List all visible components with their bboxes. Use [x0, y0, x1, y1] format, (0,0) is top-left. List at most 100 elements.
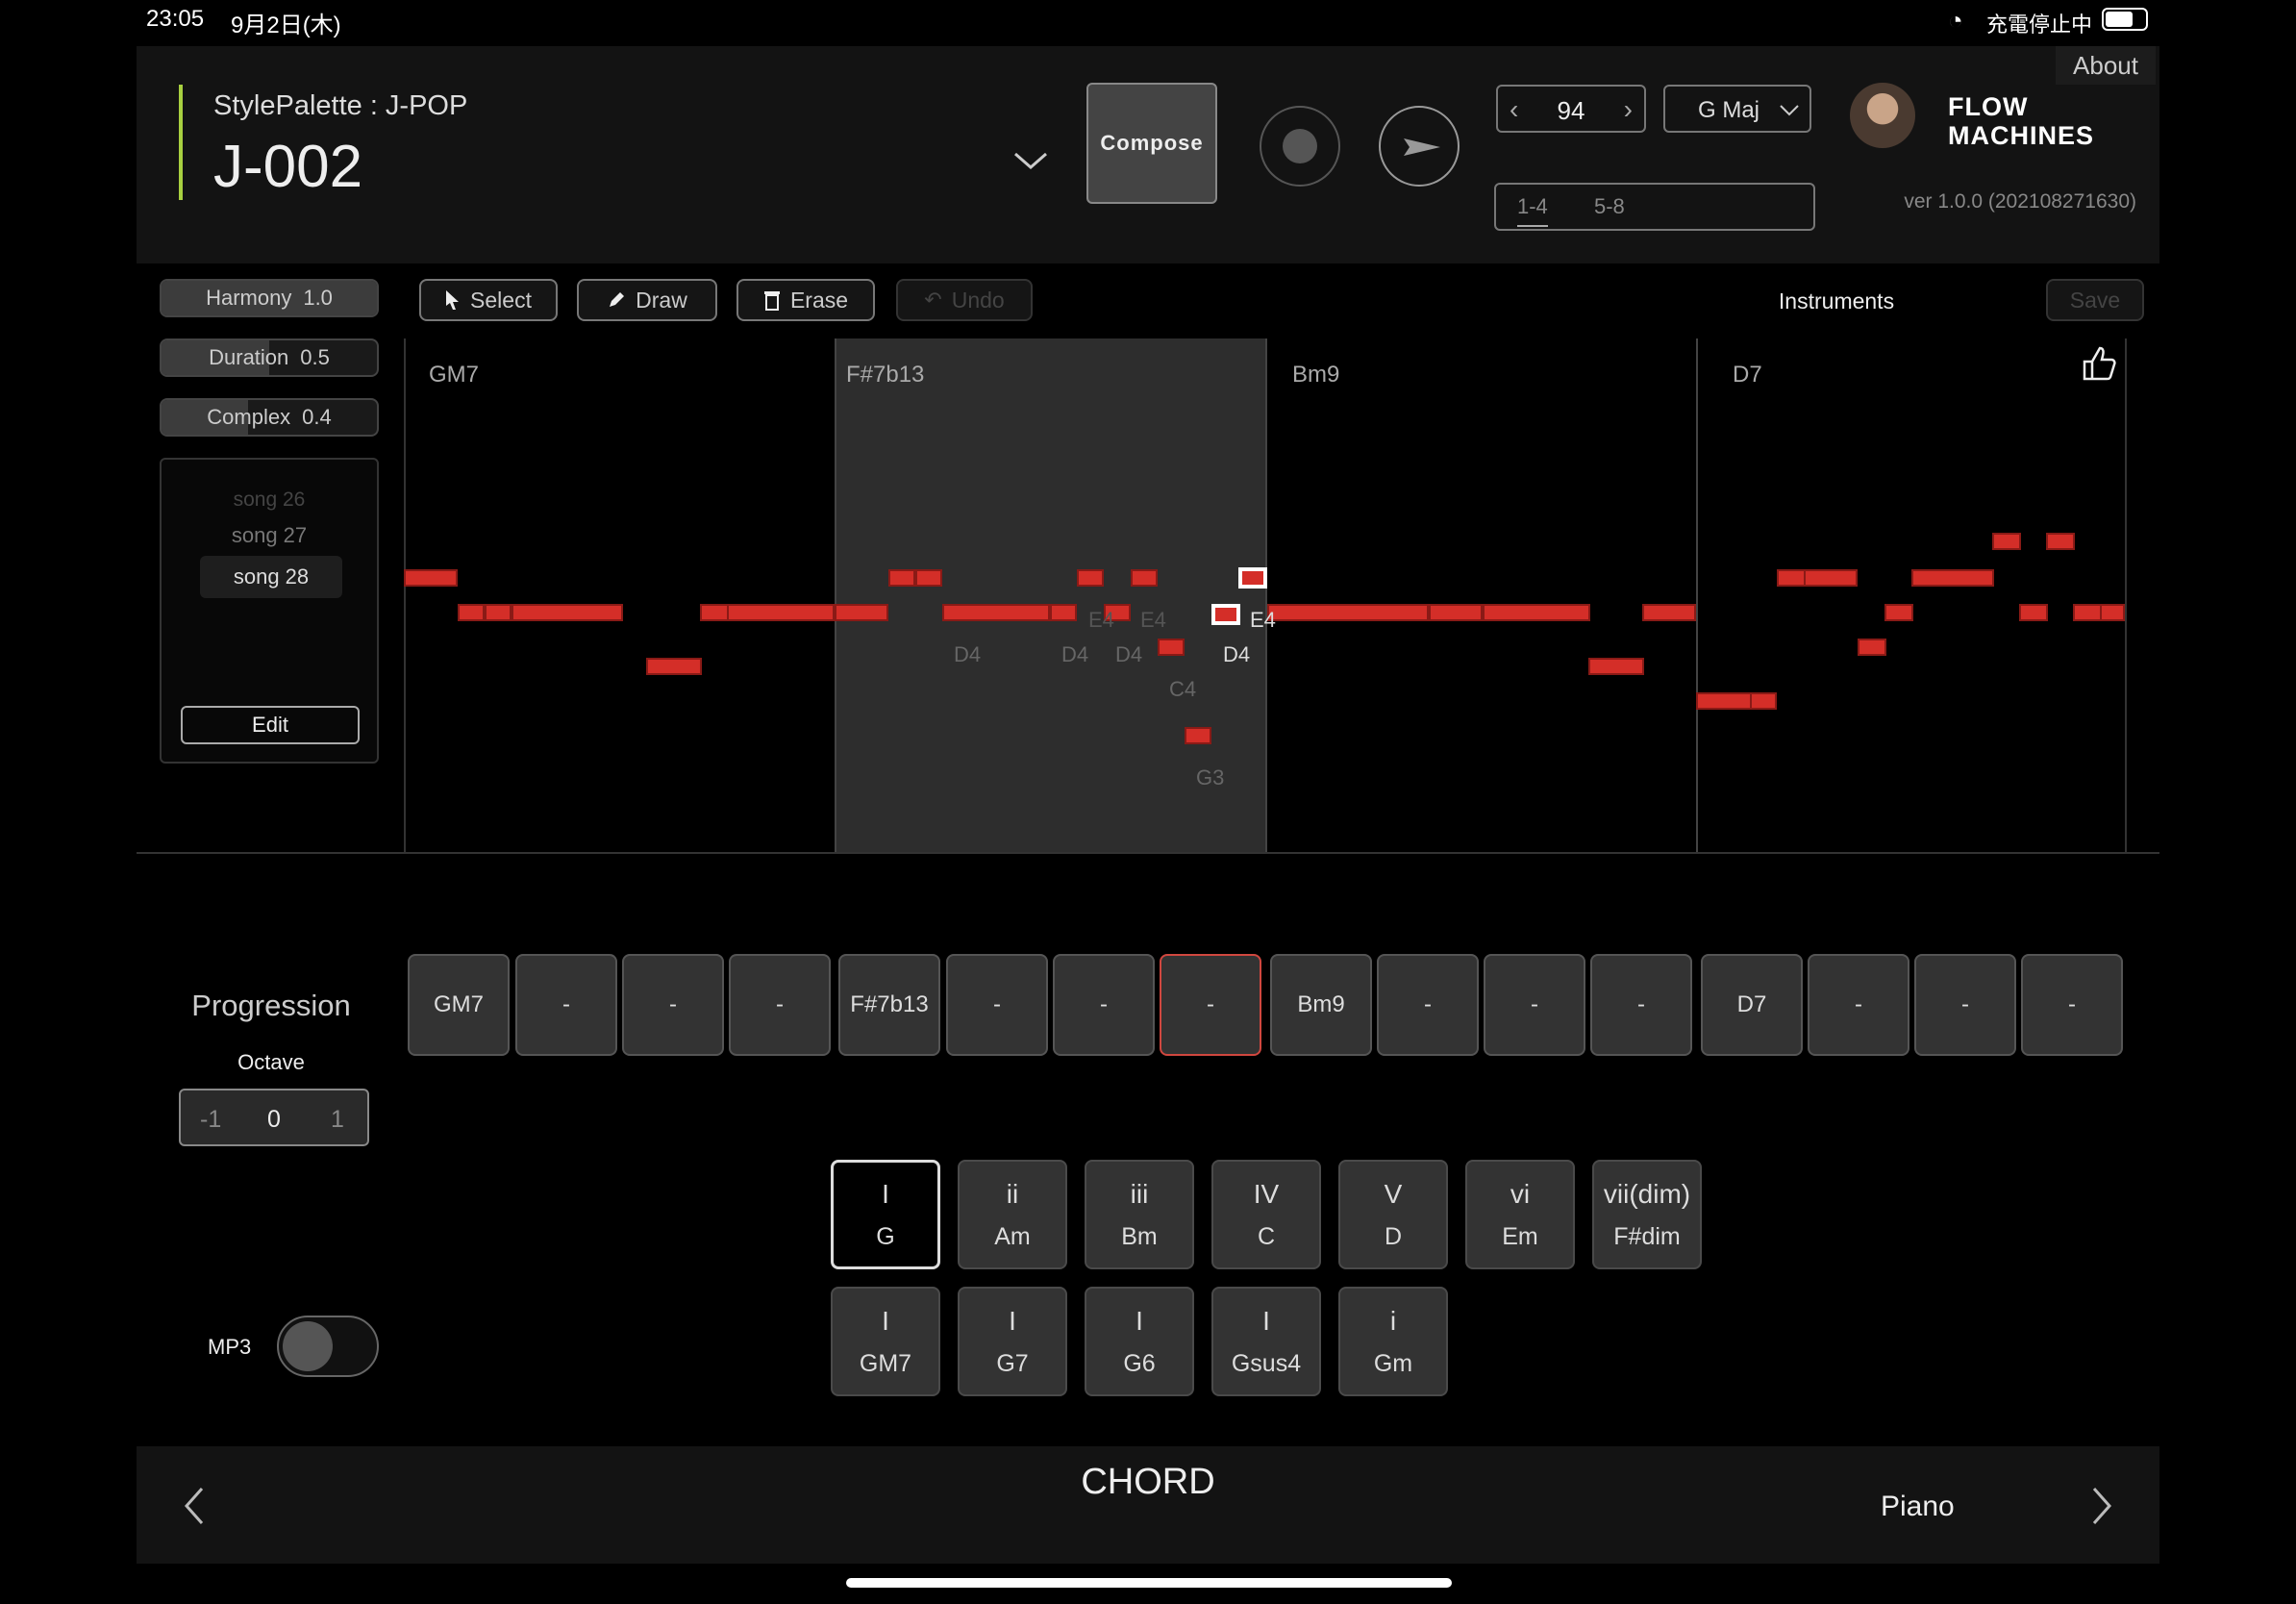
- harmony-slider[interactable]: Harmony 1.0: [160, 279, 379, 317]
- mp3-toggle[interactable]: [277, 1316, 379, 1377]
- chord-button[interactable]: vii(dim) F#dim: [1592, 1160, 1702, 1269]
- note[interactable]: [2046, 533, 2075, 550]
- note[interactable]: [1185, 727, 1211, 744]
- song-list-item-selected[interactable]: song 28: [200, 556, 342, 598]
- piano-roll[interactable]: GM7 F#7b13 Bm9 D7 D4 D4 D4 E4 E4 D4 E4 C…: [404, 338, 2127, 854]
- note[interactable]: [835, 604, 888, 621]
- note-selected[interactable]: [1211, 604, 1240, 625]
- note[interactable]: [485, 604, 512, 621]
- progression-cell[interactable]: -: [1590, 954, 1692, 1056]
- tempo-value[interactable]: 94: [1498, 96, 1644, 126]
- note[interactable]: [1050, 604, 1077, 621]
- chord-button[interactable]: i Gm: [1338, 1287, 1448, 1396]
- note[interactable]: [512, 604, 623, 621]
- complex-slider[interactable]: Complex 0.4: [160, 398, 379, 437]
- progression-cell[interactable]: -: [1053, 954, 1155, 1056]
- note[interactable]: [1077, 569, 1104, 587]
- note[interactable]: [404, 569, 458, 587]
- note[interactable]: [1992, 533, 2021, 550]
- note[interactable]: [1858, 639, 1886, 656]
- note[interactable]: [1131, 569, 1158, 587]
- chord-button[interactable]: ii Am: [958, 1160, 1067, 1269]
- progression-cell[interactable]: -: [1808, 954, 1909, 1056]
- note[interactable]: [2019, 604, 2048, 621]
- play-button[interactable]: [1379, 106, 1460, 187]
- note[interactable]: [2100, 604, 2125, 621]
- save-button[interactable]: Save: [2046, 279, 2144, 321]
- note-selected[interactable]: [1238, 567, 1267, 589]
- avatar[interactable]: [1850, 83, 1915, 148]
- note[interactable]: [1750, 692, 1777, 710]
- instruments-button[interactable]: Instruments: [1750, 288, 1923, 314]
- progression-cell[interactable]: -: [515, 954, 617, 1056]
- record-button[interactable]: [1260, 106, 1340, 187]
- thumbs-up-icon[interactable]: [2079, 344, 2117, 383]
- chord-button[interactable]: vi Em: [1465, 1160, 1575, 1269]
- note[interactable]: [1696, 692, 1752, 710]
- note[interactable]: [1884, 604, 1913, 621]
- bar-range-5-8[interactable]: 5-8: [1594, 194, 1625, 219]
- note[interactable]: [1429, 604, 1483, 621]
- chord-button[interactable]: I G7: [958, 1287, 1067, 1396]
- progression-cell[interactable]: -: [946, 954, 1048, 1056]
- progression-cell[interactable]: -: [622, 954, 724, 1056]
- progression-cell-active[interactable]: -: [1160, 954, 1261, 1056]
- note[interactable]: [1911, 569, 1994, 587]
- octave-zero[interactable]: 0: [267, 1106, 281, 1134]
- edit-button[interactable]: Edit: [181, 706, 360, 744]
- note[interactable]: [942, 604, 1050, 621]
- progression-cell[interactable]: -: [1377, 954, 1479, 1056]
- chord-button[interactable]: I G6: [1085, 1287, 1194, 1396]
- tempo-increase-icon[interactable]: ›: [1624, 94, 1633, 125]
- chord-name: Em: [1502, 1222, 1538, 1250]
- erase-button[interactable]: Erase: [736, 279, 875, 321]
- octave-plus[interactable]: 1: [331, 1106, 344, 1134]
- note[interactable]: [1267, 604, 1429, 621]
- progression-cell[interactable]: -: [729, 954, 831, 1056]
- note[interactable]: [727, 604, 835, 621]
- select-button[interactable]: Select: [419, 279, 558, 321]
- note[interactable]: [1483, 604, 1590, 621]
- note[interactable]: [1777, 569, 1806, 587]
- progression-cell[interactable]: D7: [1701, 954, 1803, 1056]
- key-select[interactable]: G Maj: [1663, 85, 1811, 133]
- home-indicator[interactable]: [846, 1578, 1452, 1588]
- note[interactable]: [700, 604, 729, 621]
- progression-cell[interactable]: -: [1484, 954, 1585, 1056]
- note[interactable]: [915, 569, 942, 587]
- progression-cell[interactable]: F#7b13: [838, 954, 940, 1056]
- note[interactable]: [1158, 639, 1185, 656]
- chevron-right-icon[interactable]: [2090, 1485, 2113, 1527]
- about-button[interactable]: About: [2056, 46, 2156, 85]
- bar-range-1-4[interactable]: 1-4: [1517, 194, 1548, 227]
- progression-cell[interactable]: -: [1914, 954, 2016, 1056]
- undo-button[interactable]: ↶ Undo: [896, 279, 1033, 321]
- note[interactable]: [1804, 569, 1858, 587]
- chord-button[interactable]: IV C: [1211, 1160, 1321, 1269]
- note[interactable]: [458, 604, 485, 621]
- progression-cell[interactable]: Bm9: [1270, 954, 1372, 1056]
- toggle-knob: [283, 1321, 333, 1371]
- chord-button[interactable]: I GM7: [831, 1287, 940, 1396]
- chord-button-selected[interactable]: IG: [831, 1160, 940, 1269]
- song-list-item[interactable]: song 27: [162, 523, 377, 548]
- note[interactable]: [1588, 658, 1644, 675]
- chord-numeral: I: [1262, 1305, 1270, 1336]
- progression-cell[interactable]: GM7: [408, 954, 510, 1056]
- duration-slider[interactable]: Duration 0.5: [160, 338, 379, 377]
- octave-minus[interactable]: -1: [200, 1106, 221, 1134]
- footer-instrument[interactable]: Piano: [1881, 1491, 1955, 1523]
- note[interactable]: [888, 569, 915, 587]
- progression-cell[interactable]: -: [2021, 954, 2123, 1056]
- chord-button[interactable]: VD: [1338, 1160, 1448, 1269]
- chord-button[interactable]: iii Bm: [1085, 1160, 1194, 1269]
- note[interactable]: [646, 658, 702, 675]
- draw-button[interactable]: Draw: [577, 279, 717, 321]
- note[interactable]: [1642, 604, 1696, 621]
- song-list-item[interactable]: song 26: [162, 489, 377, 512]
- note[interactable]: [2073, 604, 2102, 621]
- song-title: J-002: [213, 134, 363, 200]
- chord-button[interactable]: I Gsus4: [1211, 1287, 1321, 1396]
- chevron-down-icon[interactable]: [1011, 146, 1050, 185]
- compose-button[interactable]: Compose: [1086, 83, 1217, 204]
